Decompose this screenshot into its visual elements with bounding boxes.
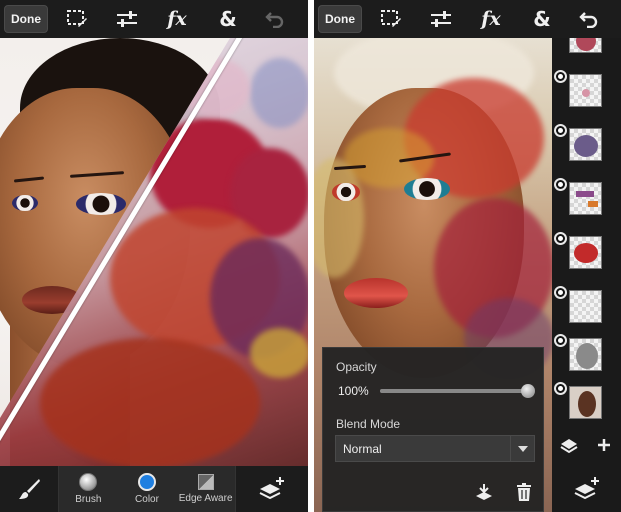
blend-mode-value: Normal <box>343 441 382 456</box>
layer-item[interactable] <box>552 38 621 67</box>
brush-icon <box>19 479 40 499</box>
brush-label: Brush <box>75 494 102 505</box>
marquee-pencil-icon <box>67 10 87 27</box>
edge-aware-button[interactable]: Edge Aware <box>178 474 234 504</box>
layer-thumbnail <box>569 386 602 419</box>
layer-thumbnail <box>569 290 602 323</box>
image-canvas[interactable]: Opacity 100% Blend Mode Normal <box>314 38 621 512</box>
popup-actions <box>471 479 537 505</box>
brush-tool-button[interactable] <box>0 466 58 512</box>
layer-item[interactable] <box>552 124 621 175</box>
image-canvas[interactable] <box>0 38 308 466</box>
layers-button[interactable] <box>236 466 308 512</box>
brush-size-icon <box>79 473 98 491</box>
layers-menu-button[interactable] <box>552 466 621 512</box>
layer-item[interactable] <box>552 286 621 337</box>
layer-item[interactable] <box>552 70 621 121</box>
adjustments-tool-button[interactable] <box>106 0 148 38</box>
add-layer-button[interactable] <box>586 424 621 466</box>
blend-mode-label: Blend Mode <box>336 417 401 431</box>
merge-down-button[interactable] <box>471 479 497 505</box>
selection-tool-button[interactable] <box>48 0 106 38</box>
layer-visibility-toggle[interactable] <box>554 70 567 83</box>
layer-visibility-toggle[interactable] <box>554 382 567 395</box>
layers-panel <box>552 38 621 512</box>
opacity-slider-thumb[interactable] <box>521 384 535 398</box>
right-screen: Done fx & Opacity 100% Blend Mode Normal <box>314 0 621 512</box>
bottom-toolbar: Brush Color Edge Aware <box>0 466 308 512</box>
color-button[interactable]: Color <box>119 473 175 505</box>
opacity-slider[interactable] <box>380 384 535 398</box>
layer-visibility-toggle[interactable] <box>554 178 567 191</box>
layers-panel-footer <box>552 424 621 512</box>
layer-thumbnail <box>569 128 602 161</box>
blend-mode-select[interactable]: Normal <box>335 435 535 462</box>
lips <box>344 278 408 308</box>
undo-button[interactable] <box>250 0 300 38</box>
undo-button[interactable] <box>564 0 614 38</box>
combine-tool-button[interactable]: & <box>206 0 250 38</box>
adjustments-tool-button[interactable] <box>420 0 462 38</box>
sliders-icon <box>431 11 451 27</box>
layer-thumbnail <box>569 236 602 269</box>
top-toolbar: Done fx & <box>0 0 308 38</box>
add-layer-icon <box>259 477 284 500</box>
eye <box>76 193 126 215</box>
undo-icon <box>579 12 598 28</box>
layer-visibility-toggle[interactable] <box>554 286 567 299</box>
opacity-label: Opacity <box>336 360 377 374</box>
layer-item[interactable] <box>552 178 621 229</box>
delete-layer-button[interactable] <box>511 479 537 505</box>
layer-item[interactable] <box>552 334 621 385</box>
brush-size-button[interactable]: Brush <box>60 473 116 505</box>
layer-visibility-toggle[interactable] <box>554 232 567 245</box>
layer-thumbnail <box>569 74 602 107</box>
brush-options-group: Brush Color Edge Aware <box>58 466 236 512</box>
marquee-pencil-icon <box>381 10 401 27</box>
layers-toggle-button[interactable] <box>552 424 586 466</box>
color-label: Color <box>135 494 159 505</box>
color-swatch-icon <box>137 473 156 491</box>
plus-icon <box>597 439 610 451</box>
sliders-icon <box>117 11 137 27</box>
layer-visibility-toggle[interactable] <box>554 334 567 347</box>
layer-thumbnail <box>569 182 602 215</box>
left-screen: Done fx & Brush Color Edge Aware <box>0 0 308 512</box>
selection-tool-button[interactable] <box>362 0 420 38</box>
trash-icon <box>517 483 531 501</box>
opacity-slider-fill <box>380 389 528 393</box>
layer-properties-popup: Opacity 100% Blend Mode Normal <box>322 347 544 512</box>
top-toolbar: Done fx & <box>314 0 621 38</box>
merge-down-icon <box>476 484 492 500</box>
eye <box>332 183 360 201</box>
eye <box>404 178 450 200</box>
effects-tool-button[interactable]: fx <box>148 0 206 38</box>
done-button[interactable]: Done <box>4 5 48 33</box>
undo-icon <box>265 12 284 28</box>
layer-item[interactable] <box>552 232 621 283</box>
edge-aware-label: Edge Aware <box>178 493 233 504</box>
done-button[interactable]: Done <box>318 5 362 33</box>
layer-thumbnail <box>569 38 602 53</box>
add-layer-icon <box>574 477 599 500</box>
eye <box>12 195 38 211</box>
combine-tool-button[interactable]: & <box>520 0 564 38</box>
layers-icon <box>560 439 578 454</box>
edge-aware-icon <box>197 474 214 490</box>
dropdown-arrow-icon <box>510 436 534 461</box>
layer-visibility-toggle[interactable] <box>554 124 567 137</box>
opacity-value: 100% <box>338 384 369 398</box>
layer-thumbnail <box>569 338 602 371</box>
effects-tool-button[interactable]: fx <box>462 0 520 38</box>
